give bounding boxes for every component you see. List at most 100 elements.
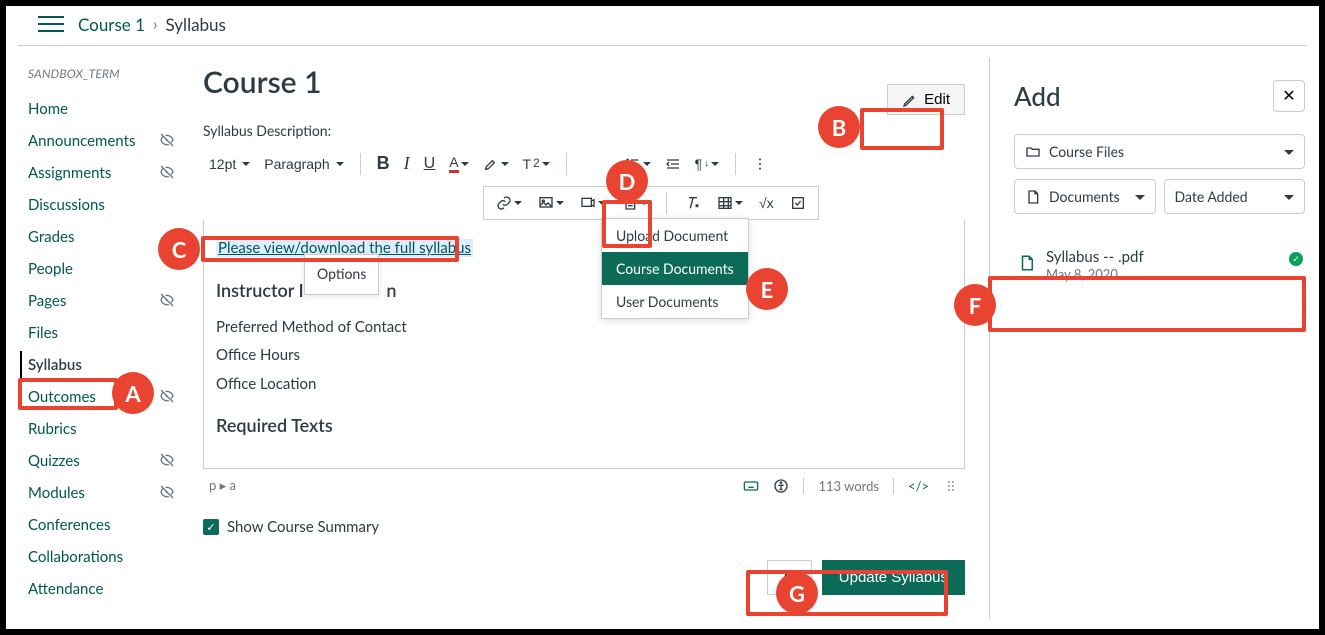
link-options-popover[interactable]: Options [304,254,379,295]
bullet-list-button[interactable] [619,152,657,176]
breadcrumb-separator: › [153,15,158,34]
drag-handle-icon[interactable] [943,478,959,494]
sidebar-item-label[interactable]: Syllabus [28,356,82,374]
sidebar-item-files[interactable]: Files [28,317,181,349]
element-path[interactable]: p ▸ a [209,477,236,494]
syllabus-description-label: Syllabus Description: [203,122,965,139]
clear-formatting-button[interactable] [679,191,707,215]
list-ul-icon [625,156,641,172]
outdent-icon [665,156,681,172]
sidebar-item-label[interactable]: Files [28,324,58,342]
hamburger-menu-icon[interactable] [38,16,64,34]
file-item[interactable]: Syllabus -- .pdf May 8, 2020 ✓ [1014,236,1305,294]
menu-course-documents[interactable]: Course Documents [602,252,748,285]
italic-button[interactable]: I [398,149,416,178]
sidebar-item-label[interactable]: Collaborations [28,548,123,566]
link-icon [496,195,512,211]
underline-button[interactable]: U [418,151,442,177]
sidebar-item-quizzes[interactable]: Quizzes [28,445,181,477]
sidebar-item-collaborations[interactable]: Collaborations [28,541,181,573]
course-nav-list: Home Announcements Assignments Discussions G… [28,93,181,605]
heading-required-texts: Required Texts [216,408,952,442]
sidebar-item-outcomes[interactable]: Outcomes [28,381,181,413]
sidebar-item-people[interactable]: People [28,253,181,285]
text-color-button[interactable]: A [443,150,474,177]
equation-button[interactable]: √x [753,191,780,215]
highlighter-icon [483,156,499,172]
file-date: May 8, 2020 [1046,266,1144,282]
term-label: SANDBOX_TERM [28,66,181,81]
accessibility-icon[interactable] [773,478,789,494]
file-name: Syllabus -- .pdf [1046,248,1144,266]
bold-button[interactable]: B [371,149,396,178]
show-course-summary-row: ✓ Show Course Summary [203,518,965,536]
table-icon [717,195,733,211]
text-direction-button[interactable]: ¶↓ [689,152,726,176]
table-button[interactable] [711,191,749,215]
page-title: Course 1 [203,64,965,100]
word-count[interactable]: 113 words [818,478,879,494]
sidebar-item-assignments[interactable]: Assignments [28,157,181,189]
sidebar-item-syllabus[interactable]: Syllabus [20,349,181,381]
cancel-button[interactable]: C [767,560,812,595]
close-tray-button[interactable]: ✕ [1273,80,1305,112]
sidebar-item-home[interactable]: Home [28,93,181,125]
sidebar-item-label[interactable]: Pages [28,292,66,310]
rce-toolbar-row2: √x [483,186,819,220]
chevron-down-icon [1284,150,1294,160]
superscript-button[interactable]: T2 [517,152,556,176]
breadcrumb-current: Syllabus [166,14,226,35]
sidebar-item-label[interactable]: Home [28,100,68,118]
hidden-icon [159,388,175,407]
sidebar-item-label[interactable]: Conferences [28,516,110,534]
clear-format-icon [685,195,701,211]
edit-button[interactable]: Edit [887,84,965,115]
sidebar-item-conferences[interactable]: Conferences [28,509,181,541]
sidebar-item-label[interactable]: Outcomes [28,388,96,406]
outdent-button[interactable] [659,152,687,176]
sidebar-item-label[interactable]: Quizzes [28,452,80,470]
block-type-select[interactable]: Paragraph [258,152,349,176]
sidebar-item-label[interactable]: People [28,260,73,278]
keyboard-icon[interactable] [743,478,759,494]
sidebar-item-discussions[interactable]: Discussions [28,189,181,221]
media-button[interactable] [574,191,612,215]
document-button[interactable] [616,191,654,215]
sidebar-item-label[interactable]: Rubrics [28,420,77,438]
documents-select[interactable]: Documents [1014,179,1156,214]
sidebar-item-pages[interactable]: Pages [28,285,181,317]
course-files-select[interactable]: Course Files [1014,134,1305,169]
image-button[interactable] [532,191,570,215]
menu-user-documents[interactable]: User Documents [602,285,748,318]
add-tray-title: Add [1014,80,1061,112]
sidebar-item-label[interactable]: Assignments [28,164,111,182]
embed-button[interactable] [784,191,812,215]
sidebar-item-label[interactable]: Attendance [28,580,103,598]
hidden-icon [159,132,175,151]
link-button[interactable] [490,191,528,215]
show-summary-checkbox[interactable]: ✓ [203,519,219,535]
image-icon [538,195,554,211]
date-added-select[interactable]: Date Added [1164,179,1306,214]
sidebar-item-label[interactable]: Announcements [28,132,135,150]
html-view-toggle[interactable]: </> [908,478,929,494]
font-size-select[interactable]: 12pt [203,152,256,176]
sidebar-item-rubrics[interactable]: Rubrics [28,413,181,445]
sidebar-item-label[interactable]: Modules [28,484,85,502]
more-tools-button[interactable] [746,152,774,176]
sidebar-item-attendance[interactable]: Attendance [28,573,181,605]
sidebar-item-announcements[interactable]: Announcements [28,125,181,157]
document-icon [1025,189,1041,205]
breadcrumb-course-link[interactable]: Course 1 [78,14,145,35]
sidebar-item-modules[interactable]: Modules [28,477,181,509]
document-dropdown-menu: Upload Document Course Documents User Do… [601,218,749,319]
hidden-icon [159,164,175,183]
sidebar-item-label[interactable]: Discussions [28,196,105,214]
highlight-color-button[interactable] [477,152,515,176]
menu-upload-document[interactable]: Upload Document [602,219,748,252]
sidebar-item-label[interactable]: Grades [28,228,74,246]
sidebar-item-grades[interactable]: Grades [28,221,181,253]
update-syllabus-button[interactable]: Update Syllabus [822,560,965,595]
top-bar: Course 1 › Syllabus [18,6,1307,46]
rce-editor-body[interactable]: Please view/download the full syllabus O… [203,220,965,469]
